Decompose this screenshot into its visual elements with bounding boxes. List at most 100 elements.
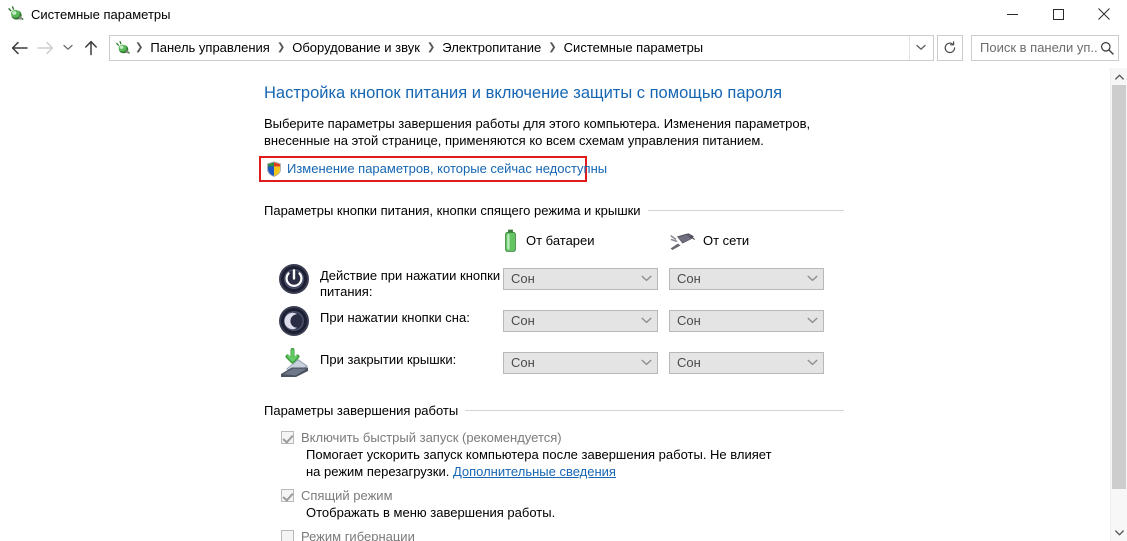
back-arrow-icon <box>11 41 28 54</box>
dropdown-power-button-battery[interactable]: Сон <box>503 267 658 290</box>
dropdown-value: Сон <box>511 271 535 287</box>
uac-link-container: Изменение параметров, которые сейчас нед… <box>259 155 609 182</box>
dropdown-sleep-button-battery[interactable]: Сон <box>503 309 658 332</box>
chevron-down-icon <box>641 275 652 282</box>
checkbox-description-sleep: Отображать в меню завершения работы. <box>306 504 556 520</box>
dropdown-value: Сон <box>511 313 535 329</box>
search-box[interactable]: Поиск в панели уп... <box>971 34 1119 61</box>
scroll-down-button[interactable] <box>1111 524 1127 541</box>
checkbox-fast-startup[interactable] <box>281 430 294 444</box>
power-button-icon <box>279 263 309 294</box>
group-divider <box>465 409 844 411</box>
column-header-battery: От батареи <box>503 229 669 253</box>
checkbox-hibernate[interactable] <box>281 529 294 541</box>
minimize-icon <box>1006 13 1018 15</box>
address-bar: ❯ Панель управления ❯ Оборудование и зву… <box>0 28 1127 68</box>
breadcrumb-item-control-panel[interactable]: Панель управления <box>145 38 274 57</box>
breadcrumb-separator: ❯ <box>426 42 436 53</box>
up-button[interactable] <box>78 33 104 63</box>
column-header-battery-label: От батареи <box>526 233 595 249</box>
uac-shield-icon <box>267 161 281 177</box>
checkbox-description-fast-startup: Помогает ускорить запуск компьютера посл… <box>264 446 784 480</box>
breadcrumb-dropdown-button[interactable] <box>909 35 931 60</box>
search-icon[interactable] <box>1100 41 1114 55</box>
dropdown-value: Сон <box>677 271 701 287</box>
chevron-down-icon <box>807 359 818 366</box>
group-divider <box>647 209 844 211</box>
power-buttons-group-title: Параметры кнопки питания, кнопки спящего… <box>264 202 641 218</box>
chevron-down-icon <box>641 359 652 366</box>
setting-controls: Сон Сон <box>503 262 824 290</box>
vertical-scrollbar[interactable] <box>1110 68 1127 541</box>
scroll-up-icon <box>1114 74 1124 80</box>
refresh-icon <box>944 40 956 53</box>
battery-icon <box>505 229 516 252</box>
title-bar: Системные параметры <box>0 0 1127 28</box>
refresh-button[interactable] <box>937 34 963 61</box>
sleep-moon-icon <box>279 305 309 336</box>
dropdown-value: Сон <box>511 355 535 371</box>
page-title: Настройка кнопок питания и включение защ… <box>264 84 783 102</box>
search-input[interactable]: Поиск в панели уп... <box>980 40 1098 55</box>
breadcrumb-item-hardware-sound[interactable]: Оборудование и звук <box>287 38 425 57</box>
breadcrumb: ❯ Панель управления ❯ Оборудование и зву… <box>133 38 909 57</box>
scroll-up-button[interactable] <box>1111 68 1127 85</box>
breadcrumb-item-system-settings[interactable]: Системные параметры <box>559 38 708 57</box>
checkbox-label-sleep: Спящий режим <box>301 487 393 503</box>
breadcrumb-item-power-options[interactable]: Электропитание <box>437 38 546 57</box>
dropdown-lid-close-battery[interactable]: Сон <box>503 351 658 374</box>
column-header-ac-label: От сети <box>703 233 750 249</box>
dropdown-power-button-ac[interactable]: Сон <box>669 267 824 290</box>
checkbox-row[interactable]: Спящий режим <box>264 488 1090 503</box>
checkbox-label-hibernate: Режим гибернации <box>301 528 415 541</box>
maximize-icon <box>1052 8 1064 20</box>
back-button[interactable] <box>6 33 32 63</box>
dropdown-lid-close-ac[interactable]: Сон <box>669 351 824 374</box>
change-unavailable-settings-link[interactable]: Изменение параметров, которые сейчас нед… <box>264 160 609 178</box>
power-settings-rows: Действие при нажатии кнопки питания: Сон… <box>264 259 1090 385</box>
column-header-ac: От сети <box>669 229 749 253</box>
minimize-button[interactable] <box>989 0 1035 28</box>
scroll-down-icon <box>1114 529 1124 535</box>
dropdown-sleep-button-ac[interactable]: Сон <box>669 309 824 332</box>
close-button[interactable] <box>1081 0 1127 28</box>
scrollbar-thumb[interactable] <box>1112 85 1126 489</box>
power-plug-icon <box>670 233 695 250</box>
learn-more-link[interactable]: Дополнительные сведения <box>453 464 616 479</box>
setting-label-sleep-button: При нажатии кнопки сна: <box>320 309 470 325</box>
uac-link-label: Изменение параметров, которые сейчас нед… <box>287 161 608 177</box>
checkbox-row[interactable]: Включить быстрый запуск (рекомендуется) <box>264 430 1090 445</box>
shutdown-group-header: Параметры завершения работы <box>264 403 844 418</box>
checkbox-label-fast-startup: Включить быстрый запуск (рекомендуется) <box>301 429 562 445</box>
checkbox-item-sleep: Спящий режим Отображать в меню завершени… <box>264 488 1090 521</box>
chevron-down-icon <box>63 44 73 50</box>
maximize-button[interactable] <box>1035 0 1081 28</box>
breadcrumb-separator: ❯ <box>276 42 286 53</box>
breadcrumb-separator: ❯ <box>135 42 144 53</box>
power-buttons-group-header: Параметры кнопки питания, кнопки спящего… <box>264 203 844 218</box>
setting-label-power-button: Действие при нажатии кнопки питания: <box>320 267 501 299</box>
dropdown-value: Сон <box>677 355 701 371</box>
checkbox-sleep[interactable] <box>281 488 294 502</box>
content-area: Настройка кнопок питания и включение защ… <box>0 68 1127 541</box>
chevron-down-icon <box>641 317 652 324</box>
breadcrumb-bar[interactable]: ❯ Панель управления ❯ Оборудование и зву… <box>109 34 934 61</box>
window-title: Системные параметры <box>31 6 171 22</box>
chevron-down-icon <box>807 317 818 324</box>
setting-controls: Сон Сон <box>503 304 824 332</box>
recent-locations-button[interactable] <box>58 33 78 63</box>
shutdown-group-title: Параметры завершения работы <box>264 402 459 418</box>
setting-row-sleep-button: При нажатии кнопки сна: Сон Сон <box>264 301 1090 343</box>
breadcrumb-separator: ❯ <box>548 42 557 53</box>
chevron-down-icon <box>915 44 926 50</box>
setting-label-lid-close: При закрытии крышки: <box>320 351 457 367</box>
forward-button[interactable] <box>32 33 58 63</box>
window-controls <box>989 0 1127 28</box>
setting-controls: Сон Сон <box>503 346 824 374</box>
setting-row-lid-close: При закрытии крышки: Сон Сон <box>264 343 1090 385</box>
checkbox-item-hibernate: Режим гибернации Отображать в меню завер… <box>264 529 1090 541</box>
dropdown-value: Сон <box>677 313 701 329</box>
page-description: Выберите параметры завершения работы для… <box>264 115 811 148</box>
forward-arrow-icon <box>36 41 53 54</box>
checkbox-row[interactable]: Режим гибернации <box>264 529 1090 541</box>
